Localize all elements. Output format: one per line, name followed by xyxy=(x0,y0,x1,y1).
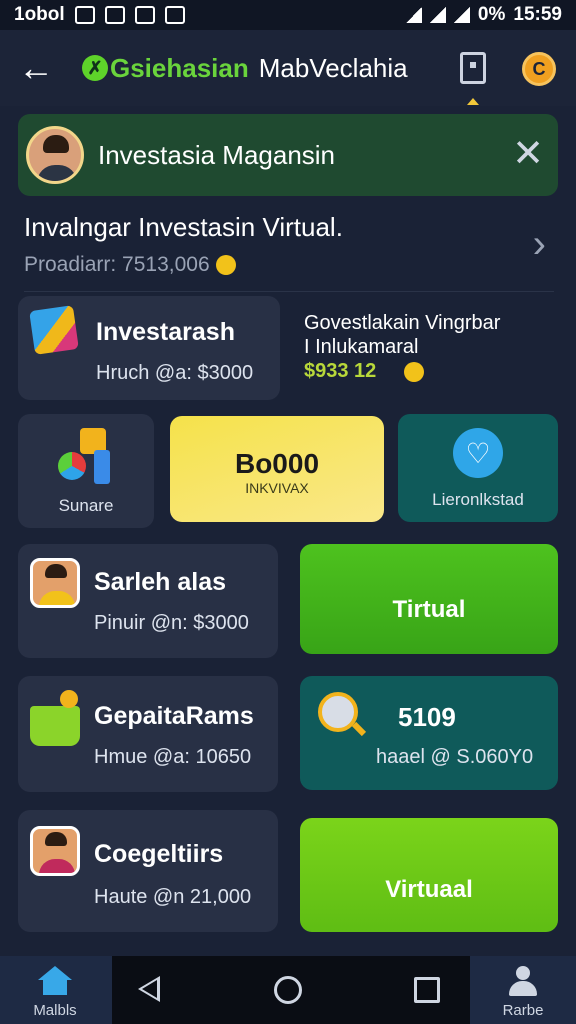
card-line-1: Govestlakain Vingrbar xyxy=(304,312,501,334)
info-title: Invalngar Investasin Virtual. xyxy=(24,212,343,242)
nav-tab-label: Malbls xyxy=(33,1002,77,1019)
card-label: Virtuaal xyxy=(385,876,473,903)
card-title: Coegeltiirs xyxy=(94,840,224,868)
signal-icon xyxy=(429,7,446,23)
brand-title: ✗ Gsiehasian MabVeclahia xyxy=(82,53,408,84)
brand-logo-icon: ✗ xyxy=(82,55,108,81)
card-subtitle: Pinuir @n: $3000 xyxy=(94,612,249,634)
info-subtitle-wrap: Proadiarr: 7513,006 xyxy=(24,253,554,277)
message-icon xyxy=(164,6,185,24)
card-title: GepaitaRams xyxy=(94,702,254,730)
card-boooo[interactable]: Bo000 INKVIVAX xyxy=(170,416,384,522)
card-sub: INKVIVAX xyxy=(245,480,309,496)
system-home-icon[interactable] xyxy=(274,976,302,1004)
coin-emoji-icon xyxy=(215,255,236,276)
card-value: $933 12 xyxy=(304,360,377,382)
info-subtitle: Proadiarr: 7513,006 xyxy=(24,253,210,276)
person-avatar xyxy=(30,826,80,876)
card-label: Tirtual xyxy=(392,596,466,623)
coin-emoji-icon xyxy=(404,362,424,382)
status-bar: 1obol 0% 15:59 xyxy=(0,0,576,30)
card-virtual[interactable]: Virtuaal xyxy=(300,818,558,932)
app-bar: ← ✗ Gsiehasian MabVeclahia C xyxy=(0,30,576,106)
nav-tab-profile[interactable]: Rarbe xyxy=(470,956,576,1024)
card-value: 5109 xyxy=(398,702,456,732)
card-tirtual[interactable]: Tirtual xyxy=(300,544,558,654)
card-investarash[interactable]: Investarash Hruch @a: $3000 xyxy=(18,296,280,400)
nav-tab-label: Rarbe xyxy=(502,1002,544,1019)
heart-icon: ♡ xyxy=(453,428,503,478)
brand-subtitle: MabVeclahia xyxy=(258,52,408,83)
mail-icon xyxy=(104,6,125,24)
investment-info-row[interactable]: Invalngar Investasin Virtual. Proadiarr:… xyxy=(24,212,554,292)
magnifier-icon xyxy=(318,692,358,732)
battery-label: 0% xyxy=(477,4,506,25)
wifi-icon xyxy=(405,7,422,23)
bookmark-icon[interactable] xyxy=(460,52,486,84)
card-coegel[interactable]: Coegeltiirs Haute @n 21,000 xyxy=(18,810,278,932)
card-label: Sunare xyxy=(58,496,114,515)
card-govestlakain[interactable]: Govestlakain Vingrbar I Inlukamaral $933… xyxy=(292,296,558,400)
avatar xyxy=(26,126,84,184)
flag-icon xyxy=(29,305,79,355)
back-arrow-icon[interactable]: ← xyxy=(18,47,58,89)
system-recents-icon[interactable] xyxy=(414,977,440,1003)
signal-icon-2 xyxy=(453,7,470,23)
card-five[interactable]: 5109 haael @ S.060Y0 xyxy=(300,676,558,790)
close-icon[interactable]: ✕ xyxy=(512,135,544,173)
system-back-icon[interactable] xyxy=(138,976,160,1002)
notification-icon xyxy=(74,6,95,24)
card-title: Sarleh alas xyxy=(94,568,227,596)
card-subtitle: Haute @n 21,000 xyxy=(94,886,252,908)
banner-title: Investasia Magansin xyxy=(98,139,336,170)
card-value: Bo000 xyxy=(234,448,320,479)
brand-name: Gsiehasian xyxy=(110,52,249,83)
profile-icon xyxy=(508,966,538,998)
card-title: Investarash xyxy=(96,318,235,346)
carrier-label: 1obol xyxy=(14,4,65,25)
card-saneh[interactable]: Sarleh alas Pinuir @n: $3000 xyxy=(18,544,278,658)
card-subtitle: Hmue @a: 10650 xyxy=(94,746,252,768)
card-lieronikstad[interactable]: ♡ Lieronlkstad xyxy=(398,414,558,522)
card-sunare[interactable]: Sunare xyxy=(18,414,154,528)
time-label: 15:59 xyxy=(513,4,562,25)
card-subtitle: Hruch @a: $3000 xyxy=(96,362,254,384)
bottom-navigation: Malbls Rarbe xyxy=(0,956,576,1024)
shapes-icon xyxy=(58,428,114,484)
home-icon xyxy=(38,966,72,996)
card-line-2: I Inlukamaral xyxy=(304,336,419,358)
profile-banner[interactable]: Investasia Magansin ✕ xyxy=(18,114,558,196)
chevron-right-icon[interactable]: › xyxy=(533,222,546,267)
basket-icon xyxy=(30,690,80,746)
person-avatar xyxy=(30,558,80,608)
card-label: Lieronlkstad xyxy=(432,490,524,509)
bookmark-indicator xyxy=(467,98,479,105)
image-icon xyxy=(134,6,155,24)
card-sub: haael @ S.060Y0 xyxy=(376,746,534,768)
nav-tab-home[interactable]: Malbls xyxy=(0,956,112,1024)
card-gepaita[interactable]: GepaitaRams Hmue @a: 10650 xyxy=(18,676,278,792)
coin-button[interactable]: C xyxy=(522,52,556,86)
